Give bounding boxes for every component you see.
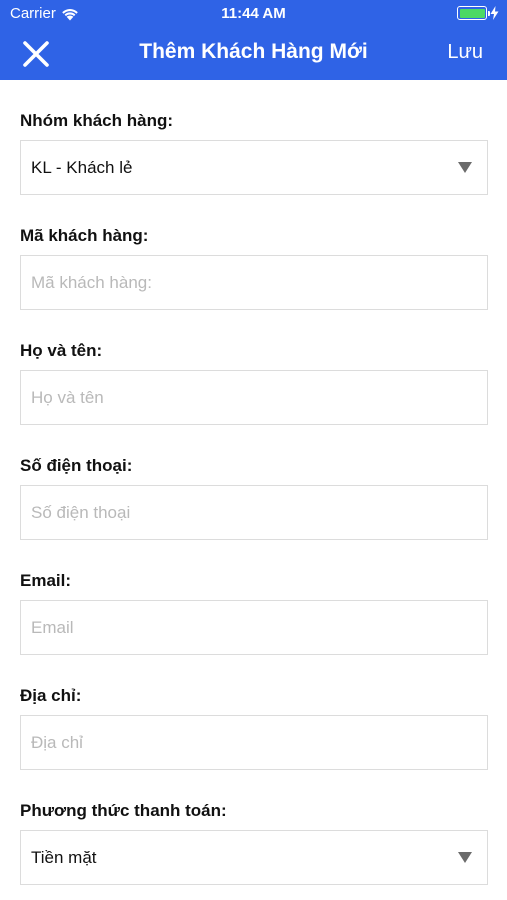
status-bar: Carrier 11:44 AM — [0, 0, 507, 28]
email-input[interactable] — [31, 601, 477, 654]
address-field: Địa chỉ: — [20, 684, 488, 770]
customer-code-label: Mã khách hàng: — [20, 226, 149, 245]
payment-method-value: Tiền mặt — [31, 847, 97, 867]
phone-field: Số điện thoại: — [20, 454, 488, 540]
phone-input[interactable] — [31, 486, 477, 539]
page-title: Thêm Khách Hàng Mới — [139, 40, 368, 63]
save-button[interactable]: Lưu — [447, 41, 483, 64]
customer-group-field: Nhóm khách hàng: KL - Khách lẻ — [20, 109, 488, 195]
address-input[interactable] — [31, 716, 477, 769]
email-field: Email: — [20, 569, 488, 655]
full-name-field: Họ và tên: — [20, 339, 488, 425]
customer-code-input[interactable] — [31, 256, 477, 309]
phone-label: Số điện thoại: — [20, 456, 133, 475]
nav-bar: Thêm Khách Hàng Mới Lưu — [0, 28, 507, 80]
header: Carrier 11:44 AM Thêm Khách Hàng Mới Lưu — [0, 0, 507, 80]
full-name-input[interactable] — [31, 371, 477, 424]
address-box — [20, 715, 488, 770]
customer-group-label: Nhóm khách hàng: — [20, 111, 174, 130]
email-label: Email: — [20, 571, 72, 590]
full-name-box — [20, 370, 488, 425]
charging-bolt-icon — [490, 6, 499, 20]
address-label: Địa chỉ: — [20, 686, 82, 705]
battery-icon — [457, 6, 490, 20]
dropdown-caret-icon — [458, 162, 472, 173]
email-box — [20, 600, 488, 655]
battery-indicator — [457, 6, 499, 20]
customer-code-box — [20, 255, 488, 310]
status-time: 11:44 AM — [221, 5, 286, 22]
payment-method-label: Phương thức thanh toán: — [20, 801, 227, 820]
customer-group-value: KL - Khách lẻ — [31, 157, 133, 177]
customer-group-select[interactable]: KL - Khách lẻ — [20, 140, 488, 195]
payment-method-select[interactable]: Tiền mặt — [20, 830, 488, 885]
dropdown-caret-icon — [458, 852, 472, 863]
battery-fill — [459, 8, 485, 18]
full-name-label: Họ và tên: — [20, 341, 103, 360]
customer-code-field: Mã khách hàng: — [20, 224, 488, 310]
phone-box — [20, 485, 488, 540]
payment-method-field: Phương thức thanh toán: Tiền mặt — [20, 799, 488, 885]
